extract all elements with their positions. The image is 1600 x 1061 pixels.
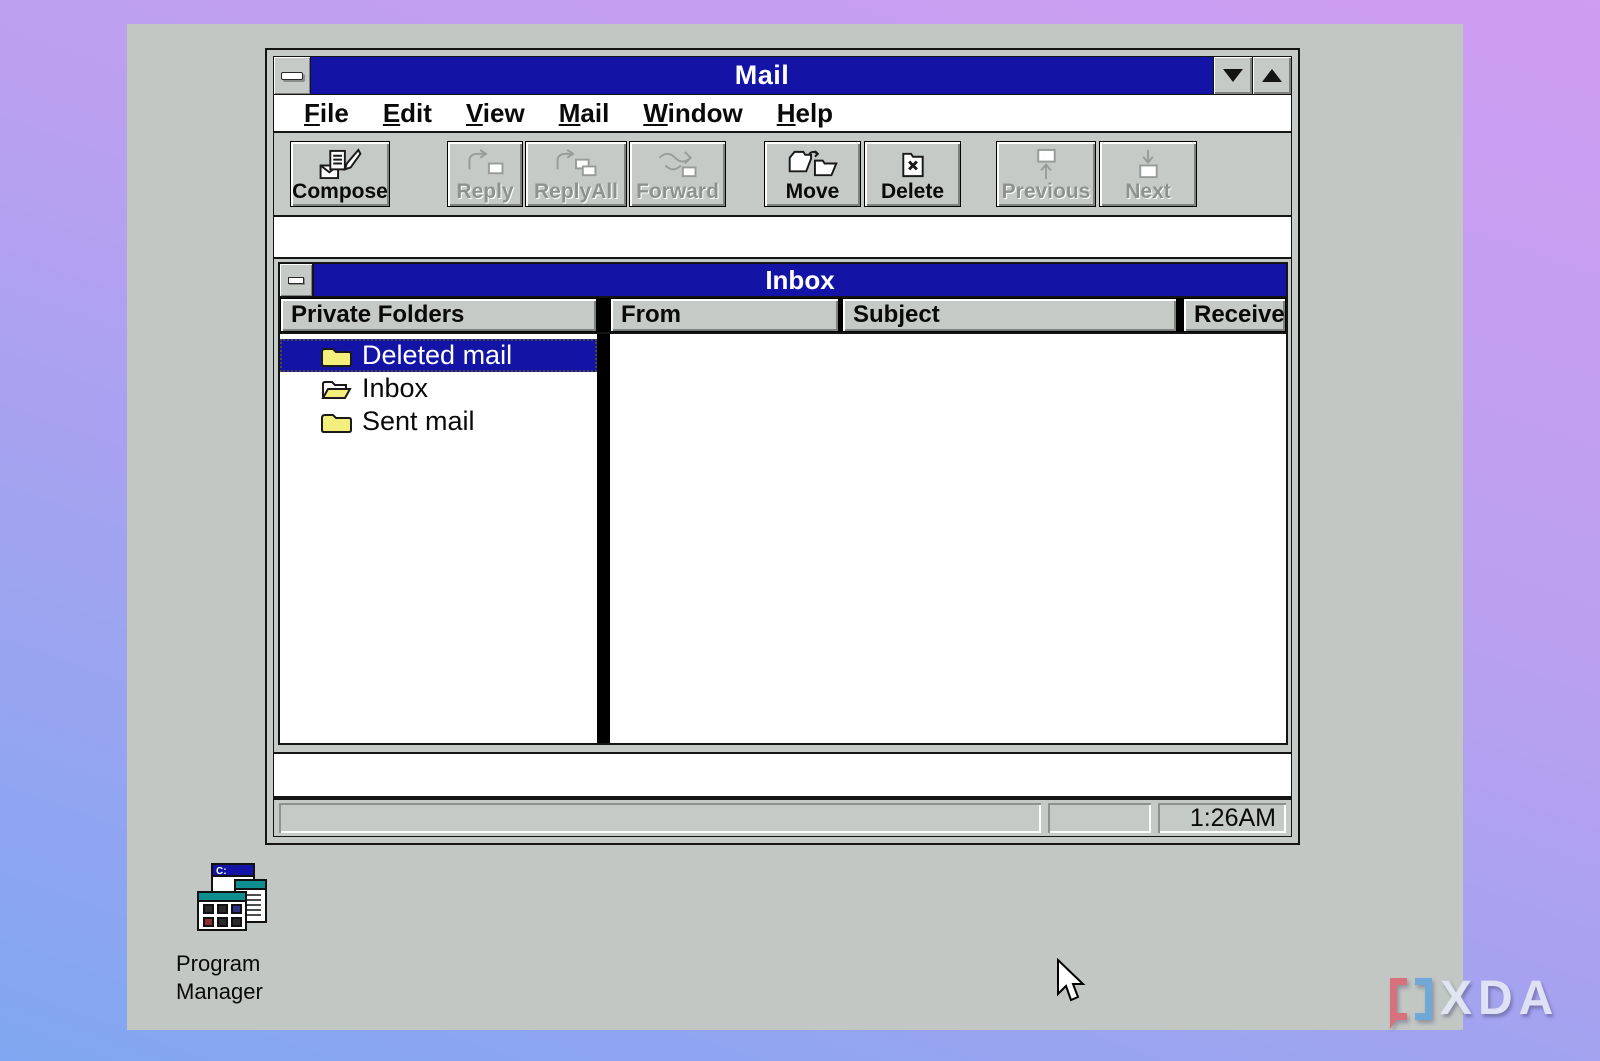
compose-icon [316,148,364,181]
menu-help[interactable]: Help [760,98,850,129]
delete-icon [891,148,935,181]
desktop-icon-program-manager[interactable]: C: Program Manager [157,862,307,1005]
folder-label: Deleted mail [362,340,512,371]
mail-system-menu-button[interactable] [274,57,311,94]
status-mid-panel [1048,803,1151,833]
forward-button[interactable]: Forward [629,141,726,207]
xda-watermark-text: XDA [1440,975,1559,1023]
folder-item-deleted-mail[interactable]: Deleted mail [280,339,597,372]
xda-watermark: XDA [1390,975,1559,1023]
maximize-button[interactable] [1252,57,1291,94]
message-list[interactable] [610,334,1286,743]
forward-icon [655,148,701,181]
xda-bracket-right-icon [1415,978,1432,1020]
delete-button[interactable]: Delete [864,141,961,207]
previous-button[interactable]: Previous [996,141,1096,207]
menu-window[interactable]: Window [626,98,759,129]
previous-label: Previous [1002,181,1091,202]
mouse-cursor-icon [1055,958,1087,1009]
minimize-button[interactable] [1213,57,1252,94]
delete-label: Delete [881,181,944,202]
replyall-button[interactable]: ReplyAll [525,141,627,207]
previous-icon [1024,148,1068,181]
folder-label: Sent mail [362,406,475,437]
maximize-icon [1262,69,1282,82]
program-manager-icon: C: [195,862,269,942]
folder-label: Inbox [362,373,428,404]
folder-closed-icon [320,409,352,434]
status-message-panel [279,803,1041,833]
mail-window-inner: Mail File Edit View Mail Window Help [273,56,1292,837]
move-button[interactable]: Move [764,141,861,207]
next-icon [1126,148,1170,181]
folder-list: Deleted mail Inbox [280,334,597,743]
menu-bar: File Edit View Mail Window Help [274,95,1291,133]
next-label: Next [1125,181,1171,202]
program-manager-drive-badge: C: [216,866,227,877]
inbox-window: Inbox Private Folders From Subject Recei… [278,262,1288,745]
status-clock: 1:26AM [1158,803,1286,833]
desktop: Mail File Edit View Mail Window Help [127,24,1463,1030]
next-button[interactable]: Next [1099,141,1197,207]
move-icon [787,148,839,181]
reply-label: Reply [456,181,513,202]
status-bar: 1:26AM [274,798,1291,836]
folder-item-inbox[interactable]: Inbox [280,372,597,405]
column-header-from[interactable]: From [610,298,839,332]
menu-file[interactable]: File [287,98,366,129]
mail-window-title: Mail [311,57,1213,94]
forward-label: Forward [636,181,719,202]
toolbar: Compose Reply [274,133,1291,217]
folder-closed-icon [320,343,352,368]
pane-splitter[interactable] [597,334,610,743]
inbox-titlebar[interactable]: Inbox [280,264,1286,298]
mail-window: Mail File Edit View Mail Window Help [265,48,1300,845]
menu-view[interactable]: View [449,98,542,129]
program-manager-label: Program Manager [176,950,288,1005]
move-label: Move [786,181,840,202]
reply-button[interactable]: Reply [447,141,523,207]
bottom-spacer-band [274,752,1291,798]
menu-mail[interactable]: Mail [542,98,627,129]
reply-icon [463,148,507,181]
toolbar-spacer-band [274,217,1291,259]
replyall-icon [552,148,600,181]
minimize-icon [1223,69,1243,82]
column-header-received[interactable]: Received [1183,298,1286,332]
xda-bracket-left-icon [1390,978,1407,1020]
mdi-content-area: Inbox Private Folders From Subject Recei… [274,259,1291,752]
compose-button[interactable]: Compose [290,141,390,207]
mail-titlebar[interactable]: Mail [274,57,1291,95]
inbox-body: Deleted mail Inbox [280,334,1286,743]
compose-label: Compose [292,181,388,202]
folder-open-icon [320,376,352,401]
menu-edit[interactable]: Edit [366,98,449,129]
folder-item-sent-mail[interactable]: Sent mail [280,405,597,438]
inbox-window-title: Inbox [314,264,1286,296]
replyall-label: ReplyAll [534,181,618,202]
inbox-header-row: Private Folders From Subject Received [280,298,1286,334]
system-menu-icon [281,72,303,80]
inbox-system-menu-button[interactable] [280,264,314,296]
column-header-subject[interactable]: Subject [842,298,1177,332]
inbox-system-menu-icon [288,277,304,284]
private-folders-header[interactable]: Private Folders [280,298,597,332]
